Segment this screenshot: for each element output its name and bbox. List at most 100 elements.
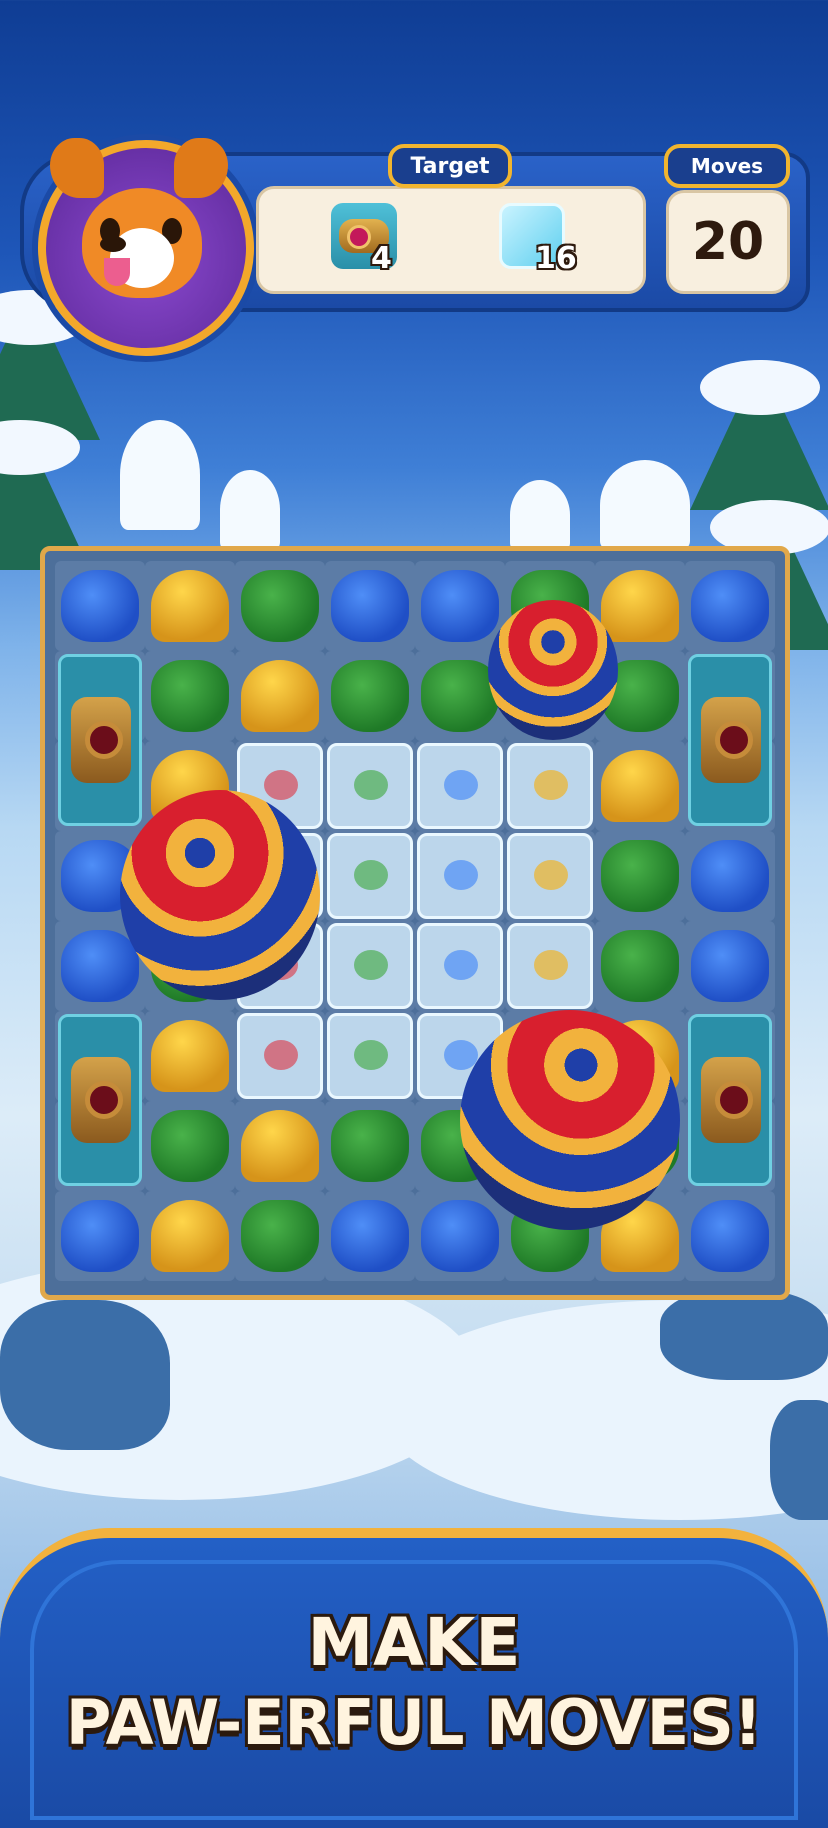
board-cell[interactable] xyxy=(595,741,685,831)
dog-nose-icon xyxy=(100,236,126,252)
board-cell[interactable] xyxy=(55,561,145,651)
board-cell[interactable] xyxy=(415,561,505,651)
board-cell[interactable] xyxy=(325,1191,415,1281)
board-cell[interactable] xyxy=(595,921,685,1011)
blue-candy-piece xyxy=(691,570,769,642)
dog-ear-right xyxy=(174,138,228,198)
spinning-top-booster[interactable] xyxy=(488,600,618,740)
cannon-icon xyxy=(71,1057,131,1143)
yellow-candy-piece xyxy=(601,750,679,822)
board-cell[interactable] xyxy=(685,1191,775,1281)
green-candy-piece xyxy=(241,570,319,642)
ice-block xyxy=(417,743,503,829)
board-cell[interactable] xyxy=(505,921,595,1011)
blue-candy-piece xyxy=(691,930,769,1002)
blue-candy-piece xyxy=(691,1200,769,1272)
dog-avatar xyxy=(38,138,254,356)
board-cell[interactable] xyxy=(325,651,415,741)
ice-block xyxy=(327,743,413,829)
ice-block xyxy=(327,1013,413,1099)
moves-label: Moves xyxy=(664,144,790,188)
board-cell[interactable] xyxy=(685,651,775,826)
board-cell[interactable] xyxy=(505,741,595,831)
blue-candy-piece xyxy=(331,1200,409,1272)
spinning-top-booster[interactable] xyxy=(460,1010,680,1230)
board-cell[interactable] xyxy=(415,831,505,921)
board-cell[interactable] xyxy=(325,1011,415,1101)
ice-block xyxy=(417,833,503,919)
snow-peak-decoration xyxy=(120,420,200,530)
banner-title-line1: MAKE xyxy=(307,1604,521,1681)
snow-peak-decoration xyxy=(510,480,570,550)
board-cell[interactable] xyxy=(145,1101,235,1191)
board-cell[interactable] xyxy=(145,1011,235,1101)
cannon-icon xyxy=(701,1057,761,1143)
target-label: Target xyxy=(388,144,512,188)
board-cell[interactable] xyxy=(415,741,505,831)
cannon-blocker xyxy=(688,654,772,826)
green-candy-piece xyxy=(151,660,229,732)
ice-block xyxy=(507,743,593,829)
blue-candy-piece xyxy=(331,570,409,642)
board-cell[interactable] xyxy=(595,831,685,921)
ice-block xyxy=(237,1013,323,1099)
ice-block xyxy=(327,923,413,1009)
yellow-candy-piece xyxy=(151,1020,229,1092)
target-goals-panel: 4 16 xyxy=(256,186,646,294)
board-cell[interactable] xyxy=(235,651,325,741)
yellow-candy-piece xyxy=(241,1110,319,1182)
ice-goal-count: 16 xyxy=(535,241,577,276)
green-candy-piece xyxy=(331,660,409,732)
moves-counter: 20 xyxy=(666,190,790,294)
board-cell[interactable] xyxy=(415,921,505,1011)
rock-decoration xyxy=(660,1290,828,1380)
blue-candy-piece xyxy=(421,1200,499,1272)
green-candy-piece xyxy=(331,1110,409,1182)
cannon-blocker xyxy=(58,654,142,826)
ice-block xyxy=(507,923,593,1009)
board-cell[interactable] xyxy=(685,1011,775,1186)
board-cell[interactable] xyxy=(685,561,775,651)
board-cell[interactable] xyxy=(325,921,415,1011)
board-cell[interactable] xyxy=(235,1101,325,1191)
board-cell[interactable] xyxy=(55,1191,145,1281)
board-cell[interactable] xyxy=(325,561,415,651)
blue-candy-piece xyxy=(61,570,139,642)
yellow-candy-piece xyxy=(241,660,319,732)
dog-ear-left xyxy=(50,138,104,198)
board-cell[interactable] xyxy=(325,741,415,831)
ice-block xyxy=(417,923,503,1009)
board-cell[interactable] xyxy=(55,651,145,826)
board-cell[interactable] xyxy=(685,921,775,1011)
green-candy-piece xyxy=(241,1200,319,1272)
board-cell[interactable] xyxy=(145,561,235,651)
blue-candy-piece xyxy=(61,930,139,1002)
board-cell[interactable] xyxy=(145,1191,235,1281)
board-cell[interactable] xyxy=(235,1011,325,1101)
ice-block xyxy=(327,833,413,919)
snow-peak-decoration xyxy=(600,460,690,550)
board-cell[interactable] xyxy=(235,1191,325,1281)
ice-block xyxy=(507,833,593,919)
yellow-candy-piece xyxy=(151,1200,229,1272)
banner-title-line2: PAW-ERFUL MOVES! xyxy=(65,1686,763,1759)
board-cell[interactable] xyxy=(325,831,415,921)
cannon-blocker xyxy=(58,1014,142,1186)
spinning-top-booster[interactable] xyxy=(120,790,320,1000)
yellow-candy-piece xyxy=(151,570,229,642)
board-cell[interactable] xyxy=(145,651,235,741)
board-cell[interactable] xyxy=(415,1191,505,1281)
snow-peak-decoration xyxy=(220,470,280,550)
board-cell[interactable] xyxy=(505,831,595,921)
cannon-icon xyxy=(701,697,761,783)
board-cell[interactable] xyxy=(325,1101,415,1191)
board-cell[interactable] xyxy=(235,561,325,651)
cannon-goal-count: 4 xyxy=(371,241,392,276)
board-cell[interactable] xyxy=(685,831,775,921)
rock-decoration xyxy=(0,1300,170,1450)
cannon-icon xyxy=(71,697,131,783)
board-cell[interactable] xyxy=(55,1011,145,1186)
green-candy-piece xyxy=(601,840,679,912)
blue-candy-piece xyxy=(691,840,769,912)
yellow-candy-piece xyxy=(601,570,679,642)
